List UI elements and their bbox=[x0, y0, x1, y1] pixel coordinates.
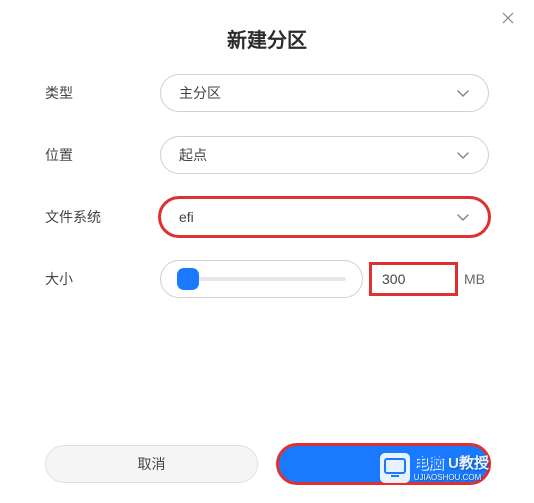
label-position: 位置 bbox=[45, 145, 160, 165]
chevron-down-icon bbox=[456, 86, 470, 100]
select-position-value: 起点 bbox=[179, 145, 456, 165]
select-filesystem[interactable]: efi bbox=[160, 198, 489, 236]
label-type: 类型 bbox=[45, 83, 160, 103]
size-control: MB bbox=[160, 260, 489, 298]
label-filesystem: 文件系统 bbox=[45, 207, 160, 227]
cancel-button[interactable]: 取消 bbox=[45, 445, 258, 483]
row-filesystem: 文件系统 efi bbox=[45, 197, 489, 237]
cancel-label: 取消 bbox=[138, 454, 166, 474]
close-icon bbox=[500, 13, 516, 30]
label-size: 大小 bbox=[45, 269, 160, 289]
size-unit: MB bbox=[464, 271, 489, 287]
slider-thumb[interactable] bbox=[177, 268, 199, 290]
slider-track bbox=[177, 277, 346, 281]
form-area: 类型 主分区 位置 起点 文件系统 efi bbox=[0, 73, 534, 299]
select-type-value: 主分区 bbox=[179, 83, 456, 103]
dialog-footer: 取消 确定 bbox=[0, 445, 534, 483]
chevron-down-icon bbox=[456, 148, 470, 162]
chevron-down-icon bbox=[456, 210, 470, 224]
select-filesystem-value: efi bbox=[179, 209, 456, 225]
create-partition-dialog: 新建分区 类型 主分区 位置 起点 文件系统 efi bbox=[0, 0, 534, 503]
size-input[interactable] bbox=[371, 264, 456, 294]
select-position[interactable]: 起点 bbox=[160, 136, 489, 174]
dialog-title: 新建分区 bbox=[0, 0, 534, 73]
select-type[interactable]: 主分区 bbox=[160, 74, 489, 112]
row-type: 类型 主分区 bbox=[45, 73, 489, 113]
size-slider[interactable] bbox=[160, 260, 363, 298]
row-size: 大小 MB bbox=[45, 259, 489, 299]
close-button[interactable] bbox=[500, 10, 516, 26]
confirm-button[interactable]: 确定 bbox=[278, 445, 489, 483]
row-position: 位置 起点 bbox=[45, 135, 489, 175]
